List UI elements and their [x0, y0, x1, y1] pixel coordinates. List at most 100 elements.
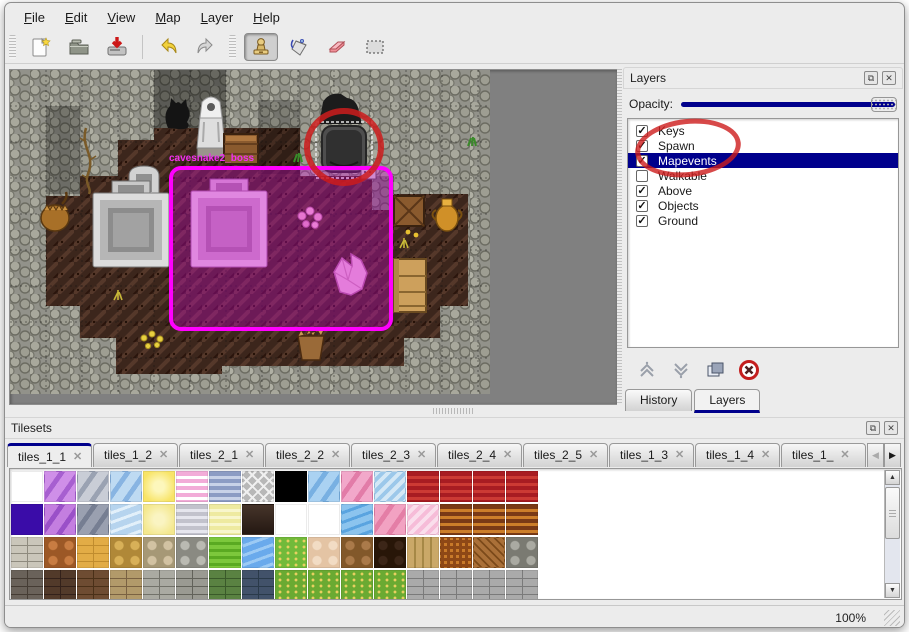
palette-tile-r0-c13[interactable] — [440, 471, 472, 502]
layer-row-above[interactable]: ✓Above — [628, 183, 898, 198]
palette-tile-r0-c6[interactable] — [209, 471, 241, 502]
palette-tile-r2-c13[interactable] — [440, 537, 472, 568]
opacity-slider-handle[interactable] — [871, 97, 897, 112]
stamp-tool-button[interactable] — [244, 33, 278, 61]
tab-close-icon[interactable]: ✕ — [589, 448, 598, 461]
checkbox-checked[interactable]: ✓ — [636, 215, 648, 227]
opacity-slider-track[interactable] — [681, 102, 895, 107]
scroll-tabs-right-button[interactable]: ▶ — [884, 443, 901, 467]
tileset-tab-tiles_1_[interactable]: tiles_1_✕ — [781, 443, 866, 467]
checkbox-checked[interactable]: ✓ — [636, 155, 648, 167]
palette-tile-r0-c7[interactable] — [242, 471, 274, 502]
palette-scrollbar[interactable]: ▲ ▼ — [884, 470, 900, 598]
palette-tile-r3-c9[interactable] — [308, 570, 340, 600]
palette-tile-r2-c12[interactable] — [407, 537, 439, 568]
palette-tile-r1-c7[interactable] — [242, 504, 274, 535]
opacity-slider[interactable] — [681, 96, 897, 112]
tileset-tab-tiles_1_4[interactable]: tiles_1_4✕ — [695, 443, 780, 467]
palette-tile-r3-c3[interactable] — [110, 570, 142, 600]
scroll-tabs-left-button[interactable]: ◀ — [867, 443, 884, 467]
palette-tile-r1-c10[interactable] — [341, 504, 373, 535]
tab-close-icon[interactable]: ✕ — [245, 448, 254, 461]
palette-tile-r2-c10[interactable] — [341, 537, 373, 568]
palette-tile-r1-c3[interactable] — [110, 504, 142, 535]
palette-tile-r1-c0[interactable] — [11, 504, 43, 535]
palette-tile-r2-c0[interactable] — [11, 537, 43, 568]
tileset-tab-tiles_1_2[interactable]: tiles_1_2✕ — [93, 443, 178, 467]
layer-row-ground[interactable]: ✓Ground — [628, 213, 898, 228]
open-file-button[interactable] — [62, 33, 96, 61]
redo-button[interactable] — [189, 33, 223, 61]
float-tilesets-button[interactable]: ⧉ — [866, 421, 880, 435]
palette-tile-r3-c15[interactable] — [506, 570, 538, 600]
palette-tile-r2-c11[interactable] — [374, 537, 406, 568]
checkbox-checked[interactable]: ✓ — [636, 125, 648, 137]
palette-tile-r0-c4[interactable] — [143, 471, 175, 502]
eraser-tool-button[interactable] — [320, 33, 354, 61]
palette-tile-r2-c15[interactable] — [506, 537, 538, 568]
palette-tile-r0-c2[interactable] — [77, 471, 109, 502]
tileset-tab-tiles_1_1[interactable]: tiles_1_1✕ — [7, 443, 92, 467]
float-panel-button[interactable]: ⧉ — [864, 71, 878, 85]
palette-tile-r1-c11[interactable] — [374, 504, 406, 535]
close-tilesets-button[interactable]: ✕ — [884, 421, 898, 435]
palette-tile-r1-c2[interactable] — [77, 504, 109, 535]
toolbar-drag-handle-2[interactable] — [229, 35, 236, 59]
window-resize-grip[interactable] — [884, 610, 900, 626]
palette-tile-r3-c6[interactable] — [209, 570, 241, 600]
checkbox-checked[interactable]: ✓ — [636, 185, 648, 197]
palette-tile-r3-c2[interactable] — [77, 570, 109, 600]
tileset-palette[interactable]: ▲ ▼ — [9, 468, 902, 600]
palette-tile-r2-c7[interactable] — [242, 537, 274, 568]
undo-button[interactable] — [151, 33, 185, 61]
palette-tile-r0-c12[interactable] — [407, 471, 439, 502]
palette-tile-r2-c14[interactable] — [473, 537, 505, 568]
palette-tile-r0-c0[interactable] — [11, 471, 43, 502]
palette-tile-r3-c1[interactable] — [44, 570, 76, 600]
menu-item-help[interactable]: Help — [244, 7, 289, 28]
splitter-grip[interactable] — [433, 408, 473, 414]
layer-row-walkable[interactable]: Walkable — [628, 168, 898, 183]
palette-tile-r0-c9[interactable] — [308, 471, 340, 502]
scrollbar-thumb[interactable] — [885, 487, 900, 539]
palette-tile-r3-c10[interactable] — [341, 570, 373, 600]
palette-tile-r2-c9[interactable] — [308, 537, 340, 568]
palette-tile-r3-c5[interactable] — [176, 570, 208, 600]
palette-tile-r2-c1[interactable] — [44, 537, 76, 568]
raise-layer-button[interactable] — [635, 358, 659, 382]
checkbox-checked[interactable]: ✓ — [636, 140, 648, 152]
toolbar-drag-handle[interactable] — [9, 35, 16, 59]
menu-item-map[interactable]: Map — [146, 7, 189, 28]
tileset-tab-tiles_2_2[interactable]: tiles_2_2✕ — [265, 443, 350, 467]
palette-tile-r3-c4[interactable] — [143, 570, 175, 600]
palette-tile-r1-c8[interactable] — [275, 504, 307, 535]
palette-tile-r1-c15[interactable] — [506, 504, 538, 535]
checkbox-unchecked[interactable] — [636, 170, 648, 182]
map-selection-region[interactable] — [171, 168, 391, 329]
palette-tile-r1-c12[interactable] — [407, 504, 439, 535]
palette-tile-r0-c14[interactable] — [473, 471, 505, 502]
save-file-button[interactable] — [100, 33, 134, 61]
palette-tile-r2-c3[interactable] — [110, 537, 142, 568]
palette-tile-r3-c8[interactable] — [275, 570, 307, 600]
new-file-button[interactable] — [24, 33, 58, 61]
menu-item-file[interactable]: File — [15, 7, 54, 28]
palette-tile-r0-c5[interactable] — [176, 471, 208, 502]
layer-row-objects[interactable]: ✓Objects — [628, 198, 898, 213]
tileset-tab-tiles_2_1[interactable]: tiles_2_1✕ — [179, 443, 264, 467]
palette-tile-r0-c3[interactable] — [110, 471, 142, 502]
menu-item-view[interactable]: View — [98, 7, 144, 28]
dock-splitter-handle[interactable] — [617, 69, 622, 405]
palette-tile-r1-c13[interactable] — [440, 504, 472, 535]
palette-tile-r3-c11[interactable] — [374, 570, 406, 600]
tab-close-icon[interactable]: ✕ — [159, 448, 168, 461]
tab-close-icon[interactable]: ✕ — [331, 448, 340, 461]
tab-close-icon[interactable]: ✕ — [761, 448, 770, 461]
tab-close-icon[interactable]: ✕ — [503, 448, 512, 461]
palette-tile-r0-c8[interactable] — [275, 471, 307, 502]
tab-close-icon[interactable]: ✕ — [840, 448, 849, 461]
palette-tile-r1-c14[interactable] — [473, 504, 505, 535]
palette-tile-r1-c5[interactable] — [176, 504, 208, 535]
tab-close-icon[interactable]: ✕ — [417, 448, 426, 461]
palette-tile-r3-c12[interactable] — [407, 570, 439, 600]
